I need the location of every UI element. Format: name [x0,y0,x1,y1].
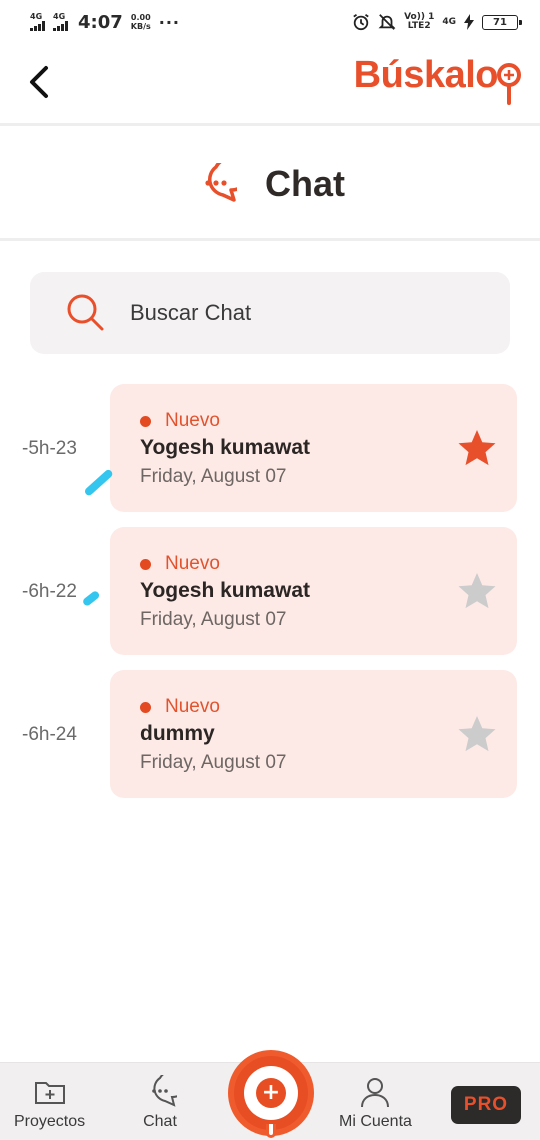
new-badge: Nuevo [140,410,220,432]
new-dot-icon [140,415,151,427]
back-button[interactable] [20,62,60,102]
network-speed: 0.00 KB/s [131,13,151,31]
mute-bell-icon [378,14,396,30]
nav-chat[interactable]: Chat [143,1075,177,1131]
nav-projects[interactable]: Proyectos [14,1075,85,1131]
volte-indicator: Vo)) 1 LTE2 [404,13,434,31]
chat-date: Friday, August 07 [140,609,287,630]
folder-add-icon [34,1082,65,1104]
fab-pin-stem [266,1124,276,1138]
app-bar: Búskalo [0,44,540,126]
signal-icon-1: 4G [30,13,45,31]
chat-contact-name: Yogesh kumawat [140,436,310,459]
clock: 4:07 [78,11,123,33]
status-bar: 4G 4G 4:07 0.00 KB/s ... Vo)) 1 LTE2 4G … [0,0,540,44]
pro-button[interactable]: PRO [451,1086,521,1124]
nav-account[interactable]: Mi Cuenta [339,1075,412,1131]
badge-label: Nuevo [165,553,220,574]
new-badge: Nuevo [140,696,220,718]
new-dot-icon [140,558,151,570]
chat-time: -5h-23 [22,438,77,459]
back-arrow-icon [30,66,48,98]
speed-value: 0.00 [130,13,151,22]
plus-icon: + [256,1078,286,1108]
chat-time: -6h-24 [22,724,77,745]
logo-text: Búskalo [353,54,499,96]
signal-icon-2: 4G [53,13,68,31]
new-badge: Nuevo [140,553,220,575]
new-dot-icon [140,701,151,713]
battery-icon: 71 [482,14,522,30]
chat-time: -6h-22 [22,581,77,602]
volte-bottom: LTE2 [407,21,431,31]
logo-pin-icon [497,63,521,105]
search-icon [67,294,104,331]
chat-list-item[interactable]: -6h-24 Nuevo dummy Friday, August 07 [0,670,540,798]
star-outline-icon[interactable] [457,714,497,754]
chat-list-item[interactable]: -5h-23 Nuevo Yogesh kumawat Friday, Augu… [0,384,540,512]
page-header: Chat [0,129,540,241]
chat-bubble-icon [205,162,237,202]
buskalo-logo: Búskalo [354,54,522,108]
search-bar[interactable]: Buscar Chat [30,272,510,354]
user-icon [361,1078,390,1108]
chat-card[interactable]: Nuevo Yogesh kumawat Friday, August 07 [110,384,517,512]
search-input[interactable]: Buscar Chat [130,300,251,326]
network-type-2: 4G [53,12,66,21]
fab-inner: + [244,1066,298,1120]
nav-projects-label: Proyectos [14,1113,86,1130]
speed-unit: KB/s [130,22,151,31]
page-title: Chat [265,162,345,204]
network-type-3: 4G [442,17,456,27]
alarm-icon [353,14,369,31]
charging-icon [464,14,474,30]
chat-card[interactable]: Nuevo dummy Friday, August 07 [110,670,517,798]
nav-chat-label: Chat [143,1113,177,1130]
chat-contact-name: Yogesh kumawat [140,579,310,602]
badge-label: Nuevo [165,410,220,431]
chat-date: Friday, August 07 [140,466,287,487]
battery-level: 71 [493,16,507,28]
star-outline-icon[interactable] [457,571,497,611]
nav-account-label: Mi Cuenta [339,1113,412,1130]
star-filled-icon[interactable] [457,428,497,468]
badge-label: Nuevo [165,696,220,717]
chat-list-item[interactable]: -6h-22 Nuevo Yogesh kumawat Friday, Augu… [0,527,540,655]
more-notifications-icon: ... [158,8,180,28]
chat-card[interactable]: Nuevo Yogesh kumawat Friday, August 07 [110,527,517,655]
chat-date: Friday, August 07 [140,752,287,773]
network-type-1: 4G [30,12,43,21]
chat-icon [152,1075,177,1107]
chat-contact-name: dummy [140,722,215,745]
